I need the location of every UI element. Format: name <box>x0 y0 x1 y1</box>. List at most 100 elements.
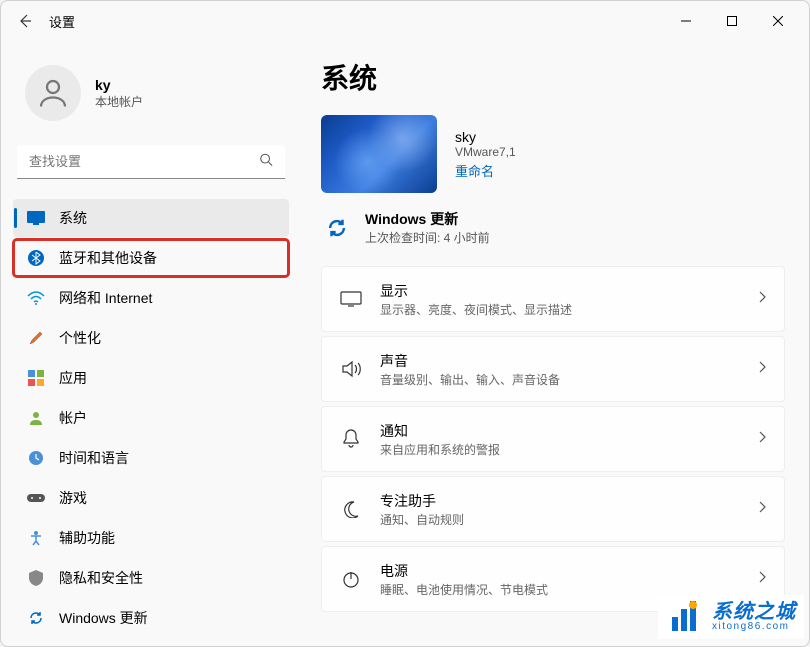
update-title: Windows 更新 <box>365 209 490 229</box>
time-icon <box>27 449 45 467</box>
accessibility-icon <box>27 529 45 547</box>
person-icon <box>35 75 71 111</box>
setting-title: 电源 <box>380 561 740 581</box>
nav-label: 应用 <box>59 368 87 388</box>
nav-label: 系统 <box>59 208 87 228</box>
setting-subtitle: 显示器、亮度、夜间模式、显示描述 <box>380 301 740 318</box>
nav-label: 帐户 <box>59 408 87 428</box>
nav-label: 游戏 <box>59 488 87 508</box>
system-icon <box>27 209 45 227</box>
chevron-right-icon <box>758 430 766 448</box>
moon-icon <box>340 498 362 520</box>
user-profile[interactable]: ky 本地帐户 <box>13 57 289 137</box>
update-info: Windows 更新 上次检查时间: 4 小时前 <box>365 209 490 246</box>
setting-item-notifications[interactable]: 通知 来自应用和系统的警报 <box>321 406 785 472</box>
nav-label: 辅助功能 <box>59 528 115 548</box>
nav-label: Windows 更新 <box>59 608 148 628</box>
nav-item-personalization[interactable]: 个性化 <box>13 319 289 357</box>
nav-item-windows-update[interactable]: Windows 更新 <box>13 599 289 637</box>
chevron-right-icon <box>758 360 766 378</box>
update-subtitle: 上次检查时间: 4 小时前 <box>365 229 490 246</box>
setting-title: 专注助手 <box>380 491 740 511</box>
nav-item-accounts[interactable]: 帐户 <box>13 399 289 437</box>
nav-label: 个性化 <box>59 328 101 348</box>
setting-title: 声音 <box>380 351 740 371</box>
search-input[interactable] <box>17 145 285 179</box>
setting-text: 显示 显示器、亮度、夜间模式、显示描述 <box>380 281 740 318</box>
setting-item-sound[interactable]: 声音 音量级别、输出、输入、声音设备 <box>321 336 785 402</box>
main-content: 系统 sky VMware7,1 重命名 Windows 更新 上次检查时间: … <box>301 41 809 646</box>
bell-icon <box>340 428 362 450</box>
nav-list: 系统 蓝牙和其他设备 网络和 Internet 个性化 应用 <box>13 199 289 637</box>
wifi-icon <box>27 289 45 307</box>
chevron-right-icon <box>758 290 766 308</box>
window-title: 设置 <box>49 12 75 31</box>
nav-item-accessibility[interactable]: 辅助功能 <box>13 519 289 557</box>
nav-item-gaming[interactable]: 游戏 <box>13 479 289 517</box>
user-name: ky <box>95 77 143 93</box>
watermark-main: 系统之城 <box>712 602 796 622</box>
setting-subtitle: 通知、自动规则 <box>380 511 740 528</box>
chevron-right-icon <box>758 570 766 588</box>
setting-item-display[interactable]: 显示 显示器、亮度、夜间模式、显示描述 <box>321 266 785 332</box>
close-button[interactable] <box>755 5 801 37</box>
maximize-button[interactable] <box>709 5 755 37</box>
nav-item-system[interactable]: 系统 <box>13 199 289 237</box>
setting-text: 声音 音量级别、输出、输入、声音设备 <box>380 351 740 388</box>
nav-item-network[interactable]: 网络和 Internet <box>13 279 289 317</box>
nav-item-time-language[interactable]: 时间和语言 <box>13 439 289 477</box>
back-arrow-icon <box>17 13 33 29</box>
minimize-button[interactable] <box>663 5 709 37</box>
person-icon <box>27 409 45 427</box>
setting-subtitle: 音量级别、输出、输入、声音设备 <box>380 371 740 388</box>
nav-label: 隐私和安全性 <box>59 568 143 588</box>
device-thumbnail <box>321 115 437 193</box>
setting-text: 通知 来自应用和系统的警报 <box>380 421 740 458</box>
setting-item-focus-assist[interactable]: 专注助手 通知、自动规则 <box>321 476 785 542</box>
device-name: sky <box>455 129 516 145</box>
avatar <box>25 65 81 121</box>
close-icon <box>773 16 783 26</box>
windows-update-summary[interactable]: Windows 更新 上次检查时间: 4 小时前 <box>321 209 785 246</box>
nav-label: 时间和语言 <box>59 448 129 468</box>
chevron-right-icon <box>758 500 766 518</box>
power-icon <box>340 568 362 590</box>
user-info: ky 本地帐户 <box>95 77 143 110</box>
brush-icon <box>27 329 45 347</box>
setting-title: 显示 <box>380 281 740 301</box>
user-account-type: 本地帐户 <box>95 93 143 110</box>
back-button[interactable] <box>9 5 41 37</box>
device-panel: sky VMware7,1 重命名 <box>321 115 785 193</box>
rename-link[interactable]: 重命名 <box>455 161 516 180</box>
sound-icon <box>340 358 362 380</box>
nav-item-bluetooth[interactable]: 蓝牙和其他设备 <box>13 239 289 277</box>
setting-subtitle: 来自应用和系统的警报 <box>380 441 740 458</box>
nav-label: 网络和 Internet <box>59 288 152 308</box>
window-controls <box>663 5 801 37</box>
search-box <box>17 145 285 179</box>
settings-window: 设置 ky 本地帐户 <box>0 0 810 647</box>
nav-item-privacy[interactable]: 隐私和安全性 <box>13 559 289 597</box>
device-info: sky VMware7,1 重命名 <box>455 129 516 180</box>
watermark: 系统之城 xitong86.com <box>658 595 804 639</box>
search-icon <box>259 153 273 172</box>
shield-icon <box>27 569 45 587</box>
content-area: ky 本地帐户 系统 蓝牙和其他设备 <box>1 41 809 646</box>
watermark-text: 系统之城 xitong86.com <box>712 602 796 632</box>
setting-title: 通知 <box>380 421 740 441</box>
update-icon <box>27 609 45 627</box>
nav-label: 蓝牙和其他设备 <box>59 248 157 268</box>
apps-icon <box>27 369 45 387</box>
maximize-icon <box>727 16 737 26</box>
sync-icon <box>325 216 349 240</box>
sidebar: ky 本地帐户 系统 蓝牙和其他设备 <box>1 41 301 646</box>
setting-text: 电源 睡眠、电池使用情况、节电模式 <box>380 561 740 598</box>
page-title: 系统 <box>321 57 785 97</box>
nav-item-apps[interactable]: 应用 <box>13 359 289 397</box>
settings-list: 显示 显示器、亮度、夜间模式、显示描述 声音 音量级别、输出、输入、声音设备 <box>321 266 785 612</box>
display-icon <box>340 288 362 310</box>
bluetooth-icon <box>27 249 45 267</box>
watermark-sub: xitong86.com <box>712 622 796 632</box>
titlebar: 设置 <box>1 1 809 41</box>
device-model: VMware7,1 <box>455 145 516 159</box>
